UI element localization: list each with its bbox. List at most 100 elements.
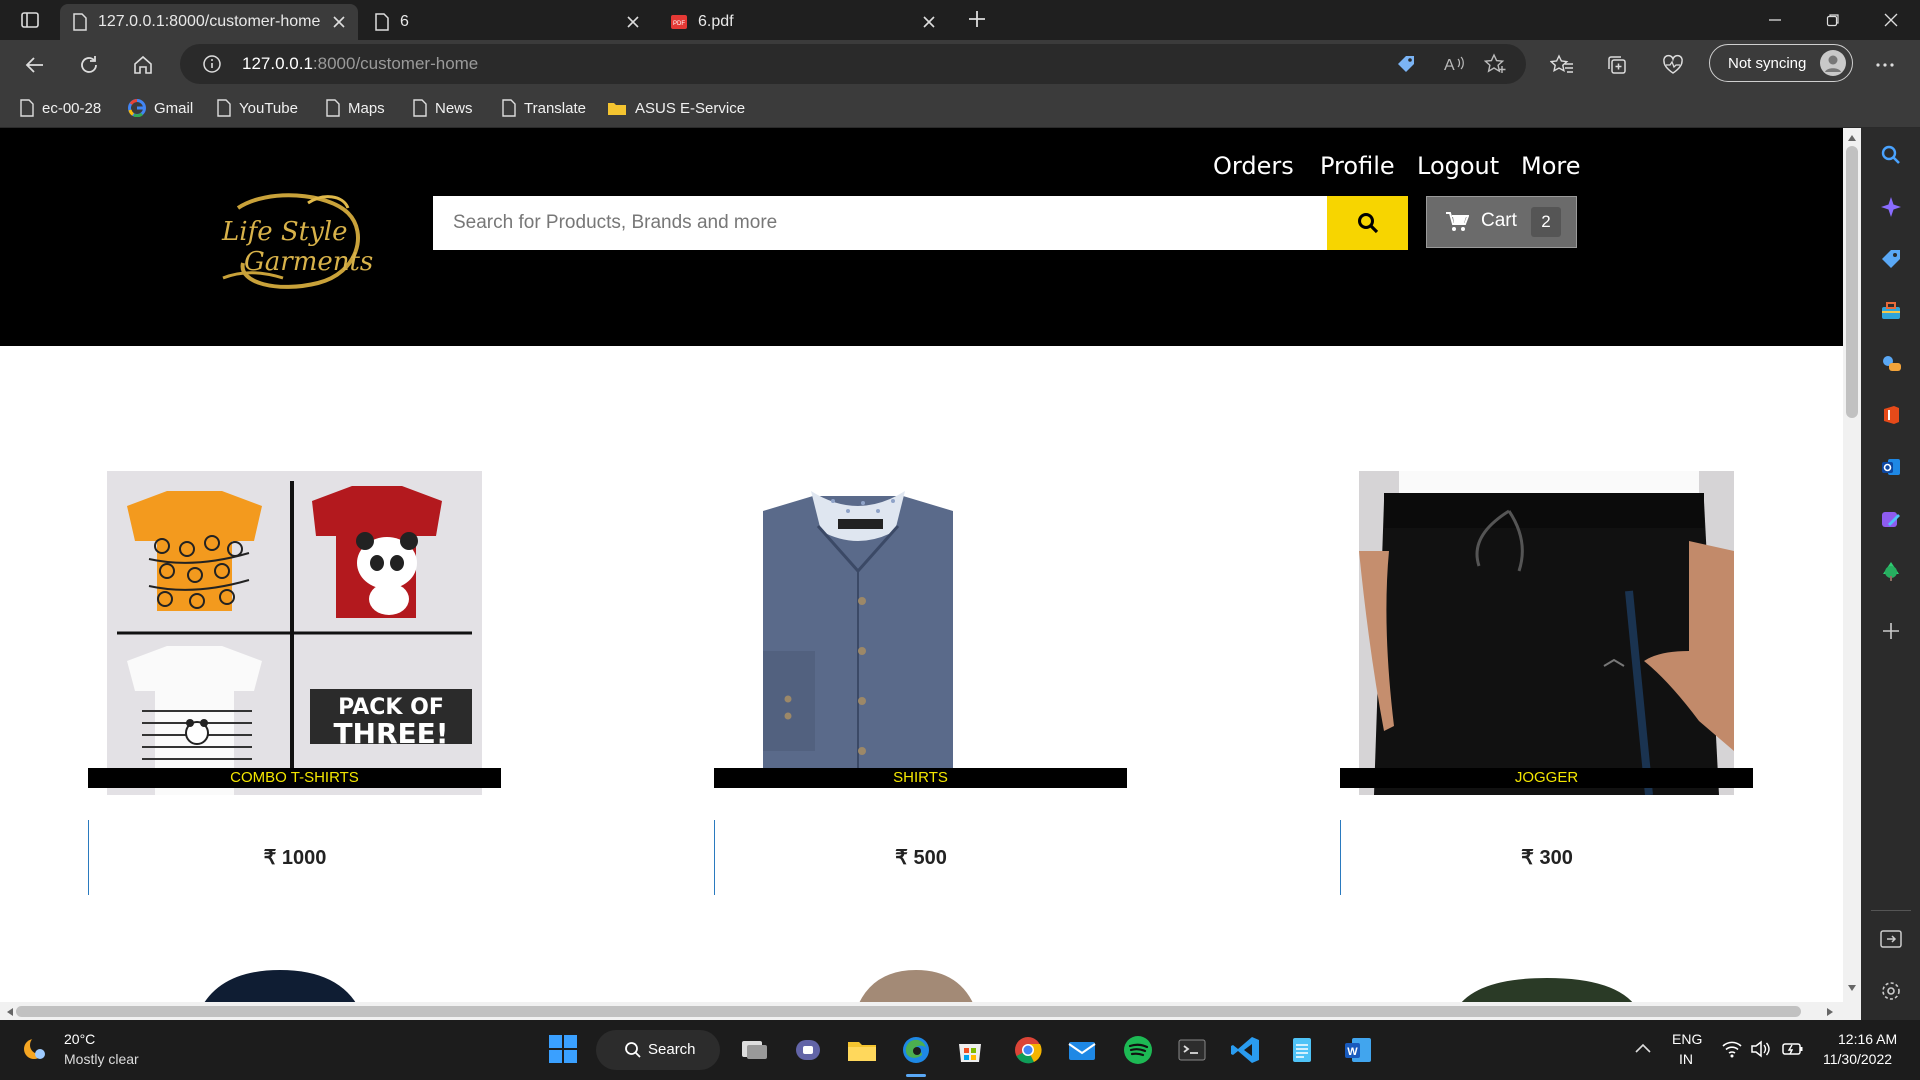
bookmark-ec-00-28[interactable]: ec-00-28 <box>20 96 101 120</box>
sidebar-search-icon[interactable] <box>1878 142 1904 168</box>
search-button[interactable] <box>1327 196 1408 250</box>
start-button[interactable] <box>548 1034 578 1064</box>
horizontal-scrollbar[interactable] <box>0 1002 1843 1020</box>
window-close-button[interactable] <box>1862 0 1920 40</box>
refresh-button[interactable] <box>72 48 106 82</box>
nav-more-link[interactable]: More <box>1521 152 1581 180</box>
edge-browser-icon[interactable] <box>900 1034 932 1066</box>
sidebar-divider <box>1871 910 1911 911</box>
product-image-shirts[interactable] <box>733 471 1108 795</box>
product-label-shirts[interactable]: SHIRTS <box>714 768 1127 788</box>
collections-button[interactable] <box>1600 48 1634 82</box>
browser-essentials-button[interactable] <box>1656 48 1690 82</box>
weather-description[interactable]: Mostly clear <box>64 1051 139 1067</box>
sidebar-add-icon[interactable] <box>1878 618 1904 644</box>
sidebar-designer-icon[interactable] <box>1878 506 1904 532</box>
nav-logout-link[interactable]: Logout <box>1417 152 1499 180</box>
search-icon <box>625 1042 641 1058</box>
tab-6[interactable]: 6 <box>362 4 652 40</box>
battery-icon[interactable] <box>1782 1040 1804 1058</box>
product-image-combo-tshirts[interactable]: PACK OF THREE! <box>107 471 482 795</box>
back-button[interactable] <box>18 48 52 82</box>
scroll-up-icon[interactable] <box>1847 134 1857 142</box>
sidebar-tree-icon[interactable] <box>1878 558 1904 584</box>
teams-chat-icon[interactable] <box>792 1034 824 1066</box>
bookmark-asus-e-service[interactable]: ASUS E-Service <box>607 96 745 120</box>
sidebar-games-icon[interactable] <box>1878 350 1904 376</box>
svg-text:A: A <box>1444 57 1455 74</box>
chrome-icon[interactable] <box>1012 1034 1044 1066</box>
edge-sidebar <box>1861 128 1920 1020</box>
microsoft-store-icon[interactable] <box>954 1034 986 1066</box>
horizontal-scroll-thumb[interactable] <box>16 1006 1801 1017</box>
language-line2[interactable]: IN <box>1679 1051 1693 1067</box>
sidebar-copilot-icon[interactable] <box>1878 194 1904 220</box>
wifi-icon[interactable] <box>1722 1040 1742 1058</box>
sidebar-settings-icon[interactable] <box>1878 978 1904 1004</box>
word-icon[interactable]: W <box>1342 1034 1374 1066</box>
add-favorite-icon[interactable] <box>1484 53 1508 75</box>
sidebar-hide-icon[interactable] <box>1878 926 1904 952</box>
taskbar-search-button[interactable]: Search <box>596 1030 720 1070</box>
nav-profile-link[interactable]: Profile <box>1320 152 1395 180</box>
scroll-right-icon[interactable] <box>1826 1007 1834 1017</box>
tab-customer-home[interactable]: 127.0.0.1:8000/customer-home <box>60 4 358 40</box>
vertical-scroll-thumb[interactable] <box>1846 146 1858 418</box>
notepad-icon[interactable] <box>1286 1034 1318 1066</box>
sidebar-outlook-icon[interactable] <box>1878 454 1904 480</box>
tab-6-pdf[interactable]: PDF 6.pdf <box>658 4 948 40</box>
product-label-jogger[interactable]: JOGGER <box>1340 768 1753 788</box>
profile-sync-button[interactable]: Not syncing <box>1709 44 1853 82</box>
clock-date[interactable]: 11/30/2022 <box>1823 1051 1892 1067</box>
spotify-icon[interactable] <box>1122 1034 1154 1066</box>
volume-icon[interactable] <box>1750 1040 1770 1058</box>
read-aloud-icon[interactable]: A <box>1442 53 1466 75</box>
close-icon[interactable] <box>624 13 642 31</box>
language-line1[interactable]: ENG <box>1672 1031 1702 1047</box>
minimize-icon <box>1769 19 1781 21</box>
close-icon[interactable] <box>920 13 938 31</box>
terminal-icon[interactable] <box>1176 1034 1208 1066</box>
cart-label: Cart <box>1481 210 1517 231</box>
favorites-button[interactable] <box>1545 48 1579 82</box>
clock-time[interactable]: 12:16 AM <box>1838 1031 1897 1047</box>
weather-icon[interactable] <box>22 1034 50 1064</box>
bookmark-gmail[interactable]: Gmail <box>128 96 193 120</box>
bookmark-translate[interactable]: Translate <box>502 96 586 120</box>
page-icon <box>375 13 389 31</box>
bookmark-youtube[interactable]: YouTube <box>217 96 298 120</box>
cart-button[interactable]: Cart 2 <box>1426 196 1577 248</box>
scroll-left-icon[interactable] <box>6 1007 14 1017</box>
bookmark-label: Gmail <box>154 99 194 117</box>
new-tab-button[interactable] <box>966 8 988 30</box>
show-hidden-icons-button[interactable] <box>1634 1042 1652 1054</box>
close-icon[interactable] <box>330 13 348 31</box>
bookmark-news[interactable]: News <box>413 96 473 120</box>
weather-temperature[interactable]: 20°C <box>64 1031 95 1047</box>
restore-button[interactable] <box>1804 0 1862 40</box>
vertical-scrollbar[interactable] <box>1843 128 1861 1020</box>
mail-icon[interactable] <box>1066 1034 1098 1066</box>
scroll-down-icon[interactable] <box>1847 984 1857 992</box>
nav-orders-link[interactable]: Orders <box>1213 152 1294 180</box>
tab-actions-icon[interactable] <box>20 10 40 30</box>
sidebar-tools-icon[interactable] <box>1878 298 1904 324</box>
settings-more-button[interactable] <box>1868 48 1902 82</box>
info-icon[interactable] <box>202 54 222 74</box>
file-explorer-icon[interactable] <box>846 1034 878 1066</box>
site-logo[interactable]: Life Style Garments <box>208 188 388 293</box>
task-view-icon[interactable] <box>738 1034 770 1066</box>
product-label-combo-tshirts[interactable]: COMBO T-SHIRTS <box>88 768 501 788</box>
sidebar-office-icon[interactable] <box>1878 402 1904 428</box>
product-price-combo-tshirts: ₹ 1000 <box>88 820 501 895</box>
windows-taskbar: 20°C Mostly clear Search W ENG IN 12:16 … <box>0 1020 1920 1080</box>
address-bar[interactable]: 127.0.0.1:8000/customer-home A <box>180 44 1526 84</box>
bookmark-maps[interactable]: Maps <box>326 96 385 120</box>
minimize-button[interactable] <box>1746 0 1804 40</box>
coupon-tag-icon[interactable] <box>1395 53 1417 75</box>
sidebar-shopping-icon[interactable] <box>1878 246 1904 272</box>
product-image-jogger[interactable] <box>1359 471 1734 795</box>
vscode-icon[interactable] <box>1230 1034 1262 1066</box>
home-button[interactable] <box>126 48 160 82</box>
search-input[interactable] <box>433 196 1328 250</box>
